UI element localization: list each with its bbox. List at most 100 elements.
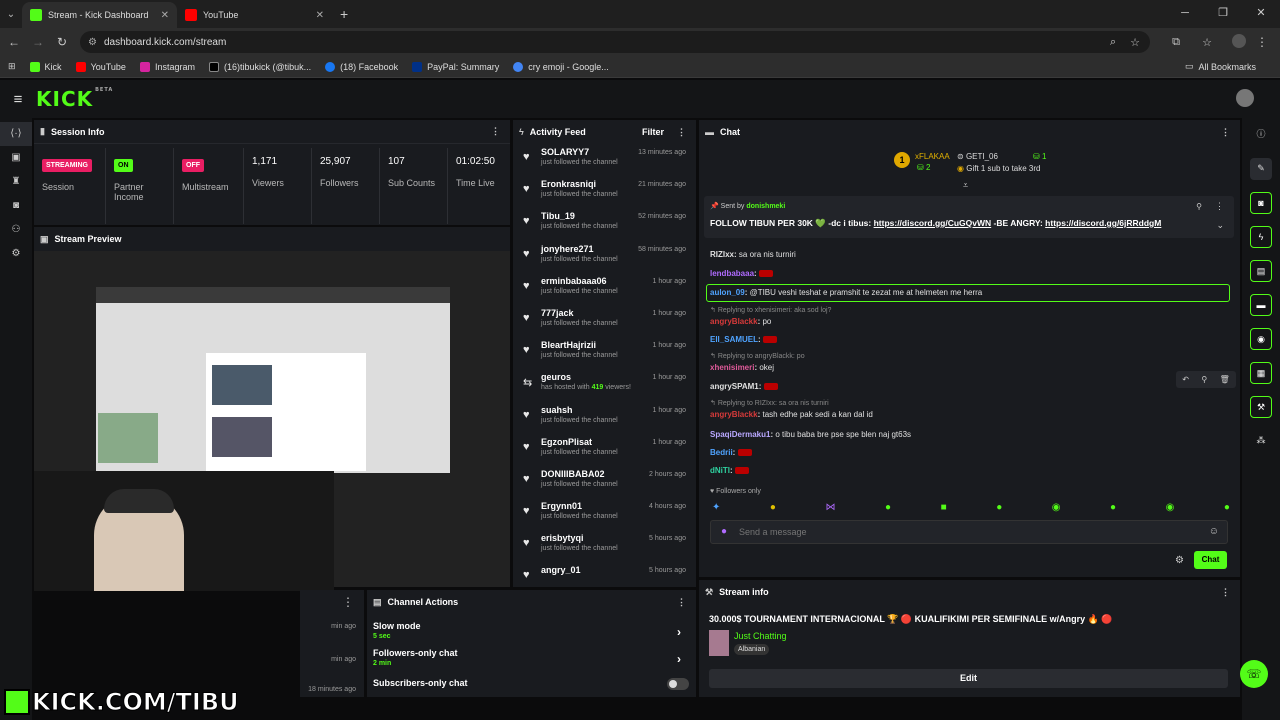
emote-icon[interactable]: ◉ — [1052, 502, 1061, 516]
bookmark-kick[interactable]: Kick — [29, 61, 62, 72]
activity-item[interactable]: ♥ BleartHajrizii just followed the chann… — [513, 337, 696, 369]
browser-tab-youtube[interactable]: YouTube ✕ — [177, 2, 332, 28]
activity-item[interactable]: ♥ SOLARYY7 just followed the channel 13 … — [513, 144, 696, 176]
bookmarks-panel-icon[interactable]: ☆ — [1202, 36, 1212, 49]
bookmark-instagram[interactable]: Instagram — [139, 61, 195, 72]
activity-item[interactable]: ♥ Ergynn01 just followed the channel 4 h… — [513, 498, 696, 530]
browser-tab-kick[interactable]: Stream - Kick Dashboard ✕ — [22, 2, 177, 28]
gift-prompt[interactable]: ◉ Gift 1 sub to take 3rd — [957, 164, 1040, 173]
bookmark-facebook[interactable]: (18) Facebook — [325, 61, 398, 72]
panel-menu-icon[interactable]: ⋮ — [1221, 587, 1230, 598]
activity-item[interactable]: ♥ Tibu_19 just followed the channel 52 m… — [513, 208, 696, 240]
pinned-menu-icon[interactable]: ⋮ — [1215, 201, 1224, 212]
emoji-icon[interactable]: ☺ — [1209, 526, 1219, 537]
emote-icon[interactable]: ● — [770, 502, 776, 516]
edit-icon[interactable]: ✎ — [1250, 158, 1272, 180]
lightning-icon[interactable]: ϟ — [1250, 226, 1272, 248]
emote-icon[interactable]: ■ — [941, 502, 947, 516]
hamburger-menu-icon[interactable]: ≡ — [0, 91, 36, 108]
panel-menu-icon[interactable]: ⋮ — [1221, 127, 1230, 138]
user-avatar[interactable] — [1236, 89, 1254, 107]
chat-bubble-icon[interactable]: ▬ — [1250, 294, 1272, 316]
chat-username[interactable]: angryBlackk — [710, 317, 758, 326]
edit-stream-info-button[interactable]: Edit — [709, 669, 1228, 688]
kick-logo[interactable]: KICK BETA — [36, 87, 113, 111]
mic-icon[interactable]: ● — [721, 526, 727, 537]
panel-menu-icon[interactable]: ⋮ — [491, 126, 500, 137]
apps-grid-icon[interactable]: ⊞ — [8, 61, 16, 72]
chat-username[interactable]: SpaqiDermaku1 — [710, 430, 770, 439]
emote-icon[interactable]: ⋈ — [826, 502, 836, 516]
users-nav-icon[interactable]: ⚇ — [0, 218, 32, 242]
url-field[interactable]: ⚙ dashboard.kick.com/stream ⌕ ☆ — [80, 31, 1150, 53]
activity-item[interactable]: ♥ EgzonPlisat just followed the channel … — [513, 434, 696, 466]
restore-icon[interactable]: ❐ — [1204, 0, 1242, 26]
stream-nav-icon[interactable]: ⟨·⟩ — [0, 122, 32, 146]
preview-video[interactable] — [34, 251, 510, 591]
wrench-icon[interactable]: ⚒ — [1250, 396, 1272, 418]
chat-username[interactable]: lendbabaaa — [710, 269, 754, 278]
profile-avatar[interactable] — [1232, 34, 1246, 48]
menu-dots-icon[interactable]: ⋮ — [1256, 35, 1268, 49]
notes-icon[interactable]: ▤ — [1250, 260, 1272, 282]
pin-icon[interactable]: ⚲ — [1196, 202, 1202, 211]
bookmark-tiktok[interactable]: (16)tibukick (@tibuk... — [208, 61, 311, 72]
activity-item[interactable]: ♥ suahsh just followed the channel 1 hou… — [513, 402, 696, 434]
chat-username[interactable]: xhenisimeri — [710, 363, 754, 372]
layout-icon[interactable]: ▦ — [1250, 362, 1272, 384]
emote-icon[interactable]: ● — [1224, 502, 1230, 516]
bookmark-star-icon[interactable]: ☆ — [1130, 36, 1140, 49]
info-icon[interactable]: ⓘ — [1250, 124, 1272, 146]
share-icon[interactable]: ⁂ — [1250, 430, 1272, 452]
slow-mode-row[interactable]: Slow mode 5 sec › — [373, 621, 691, 640]
help-button[interactable]: ☏ — [1240, 660, 1268, 688]
gifter-name[interactable]: xFLAKAA — [915, 152, 950, 161]
expand-leaderboard-icon[interactable]: ⩡ — [963, 180, 968, 191]
trophy-nav-icon[interactable]: ♜ — [0, 170, 32, 194]
site-info-icon[interactable]: ⚙ — [88, 37, 97, 48]
dashboard-nav-icon[interactable]: ▣ — [0, 146, 32, 170]
subscribers-only-toggle[interactable] — [667, 678, 689, 690]
new-tab-button[interactable]: + — [340, 6, 348, 22]
minimize-icon[interactable]: ─ — [1166, 0, 1204, 26]
all-bookmarks-button[interactable]: ▭ All Bookmarks — [1185, 61, 1256, 72]
bookmark-youtube[interactable]: YouTube — [75, 61, 126, 72]
emote-icon[interactable]: ● — [996, 502, 1002, 516]
filter-button[interactable]: Filter — [642, 127, 664, 137]
chat-username[interactable]: angryBlackk — [710, 410, 758, 419]
close-tab-icon[interactable]: ✕ — [161, 10, 169, 21]
activity-item[interactable]: ⇆ geuros has hosted with 419 viewers! 1 … — [513, 369, 696, 401]
close-tab-icon[interactable]: ✕ — [316, 10, 324, 21]
activity-item[interactable]: ♥ jonyhere271 just followed the channel … — [513, 241, 696, 273]
emote-icon[interactable]: ● — [885, 502, 891, 516]
back-icon[interactable]: ← — [2, 35, 26, 49]
activity-item[interactable]: ♥ Eronkrasniqi just followed the channel… — [513, 176, 696, 208]
chat-username[interactable]: RIZIxx — [710, 250, 734, 259]
send-chat-button[interactable]: Chat — [1194, 551, 1227, 569]
chat-settings-icon[interactable]: ⚙ — [1175, 555, 1184, 566]
activity-item[interactable]: ♥ DONIIIBABA02 just followed the channel… — [513, 466, 696, 498]
gifter-2[interactable]: ⊜ GETI_06 — [957, 152, 998, 161]
activity-item[interactable]: ♥ erminbabaaa06 just followed the channe… — [513, 273, 696, 305]
tab-search-icon[interactable]: ⌄ — [0, 9, 22, 20]
chat-input[interactable] — [739, 524, 1199, 540]
reply-icon[interactable]: ↶ — [1182, 375, 1189, 384]
emote-icon[interactable]: ✦ — [712, 502, 720, 516]
panel-menu-icon[interactable]: ⋮ — [342, 595, 354, 609]
close-window-icon[interactable]: ✕ — [1242, 0, 1280, 26]
zoom-icon[interactable]: ⌕ — [1110, 36, 1116, 49]
reload-icon[interactable]: ↻ — [50, 35, 74, 49]
chat-username[interactable]: angrySPAM1 — [710, 382, 759, 391]
mod-tool-icon[interactable]: ◙ — [1250, 192, 1272, 214]
pin-icon[interactable]: ⚲ — [1201, 375, 1207, 384]
activity-item[interactable]: ♥ angry_01 5 hours ago — [513, 562, 696, 587]
moderation-nav-icon[interactable]: ◙ — [0, 194, 32, 218]
chat-username[interactable]: Ell_SAMUEL — [710, 335, 758, 344]
forward-icon[interactable]: → — [26, 35, 50, 49]
panel-menu-icon[interactable]: ⋮ — [677, 127, 686, 138]
delete-icon[interactable]: 🗑 — [1220, 375, 1230, 384]
broadcast-icon[interactable]: ◉ — [1250, 328, 1272, 350]
discord-link[interactable]: https://discord.gg/6jRRddgM — [1045, 218, 1161, 228]
followers-only-row[interactable]: Followers-only chat 2 min › — [373, 648, 691, 667]
chat-username[interactable]: Bedrii — [710, 448, 733, 457]
